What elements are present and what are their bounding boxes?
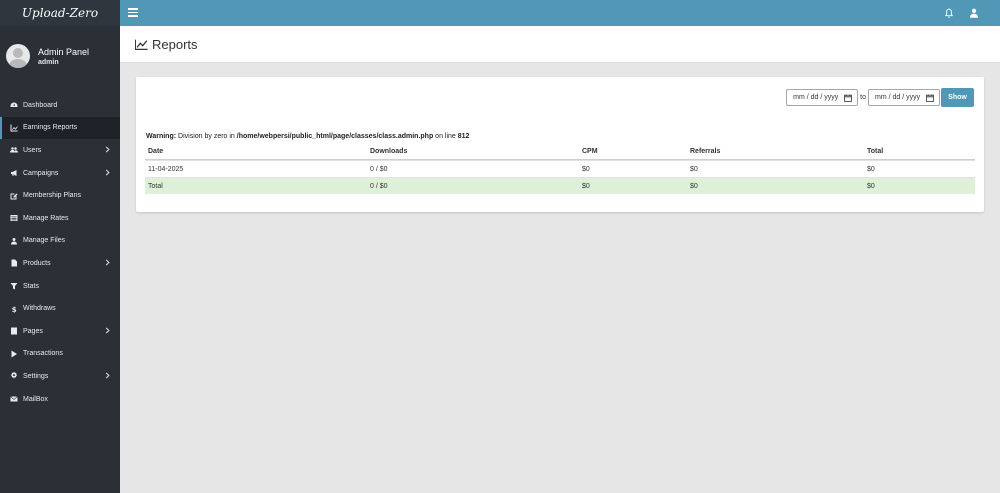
sidebar-item-label: Settings <box>23 372 49 380</box>
warning-line: 812 <box>457 133 470 140</box>
header-cpm: CPM <box>582 148 598 155</box>
calendar-icon <box>926 94 934 102</box>
header-referrals: Referrals <box>690 148 721 155</box>
topbar <box>120 0 1000 26</box>
sidebar-item-label: Earnings Reports <box>23 124 78 132</box>
avatar <box>6 44 30 68</box>
table-header-row: Date Downloads CPM Referrals Total <box>145 143 975 160</box>
sidebar-item-settings[interactable]: Settings <box>0 365 120 388</box>
sidebar-item-transactions[interactable]: Transactions <box>0 343 120 366</box>
sidebar-item-earnings-reports[interactable]: Earnings Reports <box>0 116 120 140</box>
sidebar-item-stats[interactable]: Stats <box>0 275 120 298</box>
chevron-right-icon <box>104 146 112 154</box>
sidebar-item-manage-rates[interactable]: Manage Rates <box>0 207 120 230</box>
cell-total-total: $0 <box>867 183 875 190</box>
sidebar-item-label: Manage Files <box>23 237 66 245</box>
user-icon[interactable] <box>969 8 979 18</box>
header-total: Total <box>867 148 884 155</box>
sidebar-item-mailbox[interactable]: MailBox <box>0 388 120 411</box>
report-card: mm / dd / yyyy to mm / dd / yyyy Show Wa… <box>136 77 984 212</box>
sidebar-item-label: Dashboard <box>23 101 58 109</box>
sidebar-nav: Dashboard Earnings Reports Users Campaig… <box>0 94 120 410</box>
sidebar-item-label: Products <box>23 259 51 267</box>
cell-cpm: $0 <box>582 166 590 173</box>
play-icon <box>9 349 18 358</box>
chevron-right-icon <box>104 169 112 177</box>
calendar-icon <box>844 94 852 102</box>
envelope-icon <box>9 395 18 404</box>
sidebar-item-dashboard[interactable]: Dashboard <box>0 94 120 117</box>
to-label: to <box>860 94 866 101</box>
page-title: Reports <box>152 36 198 52</box>
table-row: 11-04-2025 0 / $0 $0 $0 $0 <box>145 160 975 177</box>
from-date-placeholder: mm / dd / yyyy <box>793 94 839 101</box>
warning-prefix: Warning: <box>146 133 177 140</box>
cell-referrals: $0 <box>690 166 698 173</box>
sidebar-item-pages[interactable]: Pages <box>0 320 120 343</box>
sidebar-item-label: Manage Rates <box>23 214 69 222</box>
sidebar-item-label: MailBox <box>23 395 48 403</box>
table-total-row: Total 0 / $0 $0 $0 $0 <box>145 177 975 194</box>
warning-path: /home/webpersi/public_html/page/classes/… <box>236 133 434 140</box>
sidebar-item-campaigns[interactable]: Campaigns <box>0 162 120 185</box>
warning-line-text: on line <box>433 133 458 140</box>
sidebar-item-label: Membership Plans <box>23 192 81 200</box>
sidebar: Upload-Zero Admin Panel admin Dashboard … <box>0 0 120 493</box>
chevron-right-icon <box>104 372 112 380</box>
sidebar-item-label: Withdraws <box>23 305 56 313</box>
header-date: Date <box>148 148 164 155</box>
file-icon <box>9 259 18 268</box>
app-logo[interactable]: Upload-Zero <box>0 0 120 26</box>
sidebar-item-label: Stats <box>23 282 39 290</box>
cell-downloads: 0 / $0 <box>370 166 388 173</box>
profile-name: Admin Panel <box>38 46 90 57</box>
cell-total-downloads: 0 / $0 <box>370 183 388 190</box>
date-filter: mm / dd / yyyy to mm / dd / yyyy Show <box>786 88 974 107</box>
warning-message: Division by zero in <box>176 133 237 140</box>
users-icon <box>9 146 18 155</box>
sidebar-item-withdraws[interactable]: $ Withdraws <box>0 297 120 320</box>
document-icon <box>9 327 18 336</box>
cell-total-cpm: $0 <box>582 183 590 190</box>
svg-text:$: $ <box>11 305 16 312</box>
show-button[interactable]: Show <box>941 88 974 107</box>
chevron-right-icon <box>104 259 112 267</box>
page-header: Reports <box>120 26 1000 63</box>
from-date-input[interactable]: mm / dd / yyyy <box>786 89 859 106</box>
sidebar-item-membership-plans[interactable]: Membership Plans <box>0 184 120 207</box>
cell-total-referrals: $0 <box>690 183 698 190</box>
chart-line-icon <box>135 39 148 50</box>
to-date-input[interactable]: mm / dd / yyyy <box>868 89 940 106</box>
sidebar-item-manage-files[interactable]: Manage Files <box>0 230 120 253</box>
sidebar-item-users[interactable]: Users <box>0 139 120 162</box>
cell-total-label: Total <box>148 183 163 190</box>
gear-icon <box>9 372 18 381</box>
menu-toggle-icon[interactable] <box>128 8 138 17</box>
sidebar-item-label: Campaigns <box>23 169 59 177</box>
bell-icon[interactable] <box>944 8 954 18</box>
bullhorn-icon <box>9 169 18 178</box>
app-logo-text: Upload-Zero <box>21 6 99 20</box>
sidebar-item-products[interactable]: Products <box>0 252 120 275</box>
dollar-icon: $ <box>9 304 18 313</box>
reports-table: Date Downloads CPM Referrals Total 11-04… <box>145 143 975 194</box>
edit-icon <box>9 191 18 200</box>
sidebar-item-label: Users <box>23 146 42 154</box>
list-icon <box>9 214 18 223</box>
user-profile: Admin Panel admin <box>0 26 120 86</box>
filter-icon <box>9 282 18 291</box>
upload-icon <box>9 236 18 245</box>
to-date-placeholder: mm / dd / yyyy <box>875 94 921 101</box>
sidebar-item-label: Transactions <box>23 350 63 358</box>
sidebar-item-label: Pages <box>23 327 43 335</box>
chart-line-icon <box>9 123 18 132</box>
cell-date: 11-04-2025 <box>148 166 184 173</box>
chevron-right-icon <box>104 327 112 335</box>
header-downloads: Downloads <box>370 148 408 155</box>
php-warning: Warning: Division by zero in /home/webpe… <box>146 133 469 140</box>
dashboard-icon <box>9 101 18 110</box>
profile-role: admin <box>38 58 59 66</box>
cell-total: $0 <box>867 166 875 173</box>
